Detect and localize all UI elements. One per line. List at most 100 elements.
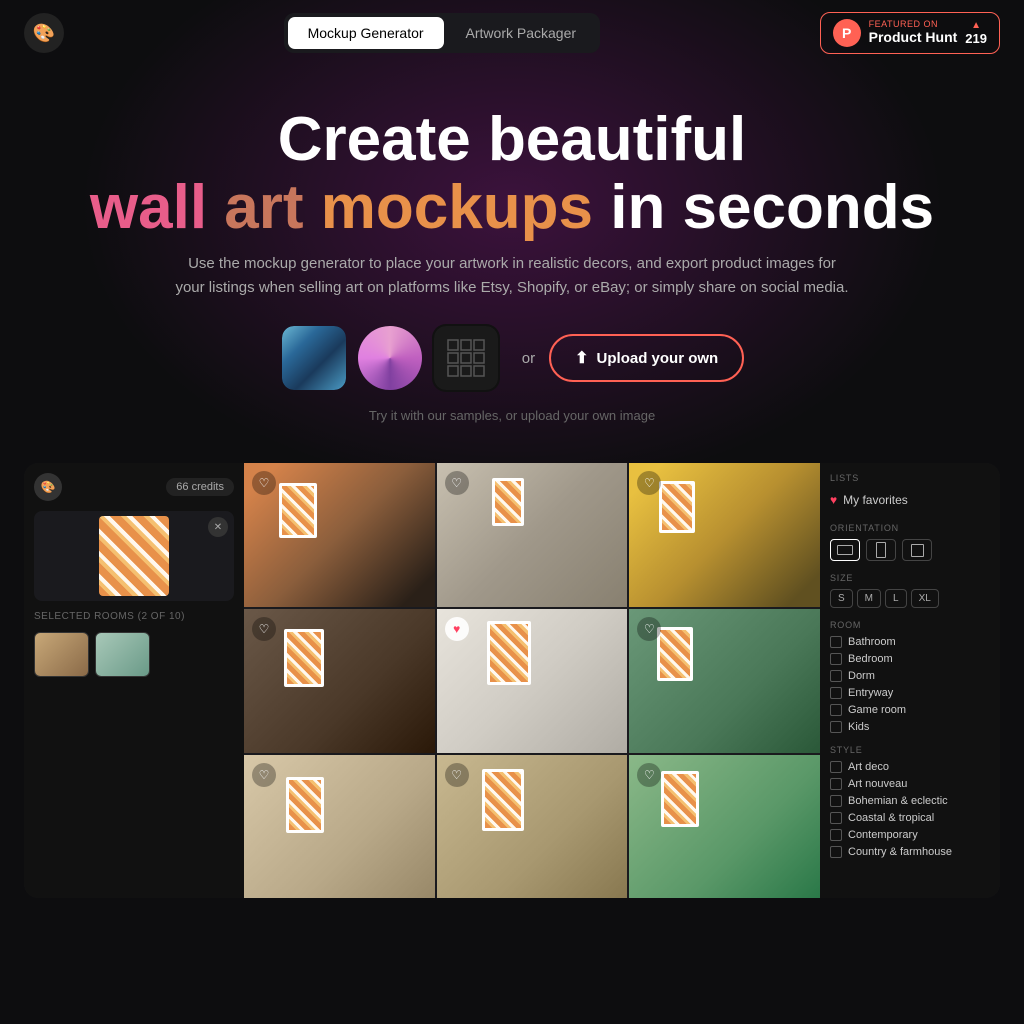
credits-badge: 66 credits: [166, 478, 234, 496]
hero-title-line1: Create beautiful: [20, 106, 1004, 174]
bathroom-checkbox[interactable]: [830, 636, 842, 648]
room-filter-gameroom[interactable]: Game room: [830, 704, 990, 716]
room-cell-2[interactable]: ♡: [437, 463, 628, 607]
kids-checkbox[interactable]: [830, 721, 842, 733]
style-filter-coastal[interactable]: Coastal & tropical: [830, 812, 990, 824]
room-filter-dorm[interactable]: Dorm: [830, 670, 990, 682]
selected-room-thumb-1[interactable]: [34, 632, 89, 677]
room-filter-bathroom[interactable]: Bathroom: [830, 636, 990, 648]
ph-vote-count: ▲ 219: [965, 20, 987, 46]
gameroom-label: Game room: [848, 704, 906, 716]
tab-artwork-packager[interactable]: Artwork Packager: [446, 17, 596, 49]
orientation-filter-title: ORIENTATION: [830, 523, 990, 533]
selected-room-thumb-2[interactable]: [95, 632, 150, 677]
contemporary-label: Contemporary: [848, 829, 918, 841]
contemporary-checkbox[interactable]: [830, 829, 842, 841]
word-seconds: in seconds: [610, 173, 934, 242]
orientation-portrait-button[interactable]: [866, 539, 896, 561]
coastal-label: Coastal & tropical: [848, 812, 934, 824]
hero-section: Create beautiful wall art mockups in sec…: [0, 66, 1024, 463]
filter-lists: LISTS ♥ My favorites: [830, 473, 990, 511]
product-hunt-badge[interactable]: P FEATURED ON Product Hunt ▲ 219: [820, 12, 1000, 54]
square-icon: [911, 544, 924, 557]
landscape-icon: [837, 545, 853, 555]
navbar: 🎨 Mockup Generator Artwork Packager P FE…: [0, 0, 1024, 66]
sample-image-3[interactable]: [432, 324, 500, 392]
room-cell-5[interactable]: ♥: [437, 609, 628, 753]
ph-logo-icon: P: [833, 19, 861, 47]
room-filter-list: Bathroom Bedroom Dorm Entryway Game room: [830, 636, 990, 733]
room-filter-entryway[interactable]: Entryway: [830, 687, 990, 699]
tab-mockup-generator[interactable]: Mockup Generator: [288, 17, 444, 49]
size-l-button[interactable]: L: [885, 589, 907, 608]
ph-text: FEATURED ON Product Hunt: [869, 20, 958, 45]
upload-label: Upload your own: [597, 350, 719, 367]
favorite-button-7[interactable]: ♡: [252, 763, 276, 787]
room-cell-7[interactable]: ♡: [244, 755, 435, 899]
app-preview: 🎨 66 credits ✕ SELECTED ROOMS (2 OF 10): [24, 463, 1000, 898]
my-favorites-button[interactable]: ♥ My favorites: [830, 489, 990, 511]
favorite-button-9[interactable]: ♡: [637, 763, 661, 787]
ph-name-label: Product Hunt: [869, 30, 958, 45]
sample-image-1[interactable]: [280, 324, 348, 392]
gameroom-checkbox[interactable]: [830, 704, 842, 716]
ph-count-value: 219: [965, 31, 987, 46]
room-filter-kids[interactable]: Kids: [830, 721, 990, 733]
room-cell-3[interactable]: ♡: [629, 463, 820, 607]
artnouveau-label: Art nouveau: [848, 778, 907, 790]
artnouveau-checkbox[interactable]: [830, 778, 842, 790]
sidebar-right: LISTS ♥ My favorites ORIENTATION SI: [820, 463, 1000, 898]
try-text: Try it with our samples, or upload your …: [20, 408, 1004, 423]
lists-filter-title: LISTS: [830, 473, 990, 483]
sidebar-left: 🎨 66 credits ✕ SELECTED ROOMS (2 OF 10): [24, 463, 244, 898]
or-separator: or: [522, 350, 535, 367]
style-filter-contemporary[interactable]: Contemporary: [830, 829, 990, 841]
country-label: Country & farmhouse: [848, 846, 952, 858]
logo: 🎨: [24, 13, 64, 53]
style-filter-artnouveau[interactable]: Art nouveau: [830, 778, 990, 790]
entryway-label: Entryway: [848, 687, 893, 699]
orientation-landscape-button[interactable]: [830, 539, 860, 561]
style-filter-country[interactable]: Country & farmhouse: [830, 846, 990, 858]
hero-subtitle: Use the mockup generator to place your a…: [172, 252, 852, 300]
entryway-checkbox[interactable]: [830, 687, 842, 699]
size-m-button[interactable]: M: [857, 589, 881, 608]
my-favorites-label: My favorites: [843, 493, 908, 507]
style-filter-bohemian[interactable]: Bohemian & eclectic: [830, 795, 990, 807]
grid-pattern-icon: [446, 338, 486, 378]
favorite-button-5[interactable]: ♥: [445, 617, 469, 641]
delete-artwork-button[interactable]: ✕: [208, 517, 228, 537]
favorite-button-2[interactable]: ♡: [445, 471, 469, 495]
favorite-button-4[interactable]: ♡: [252, 617, 276, 641]
style-filter-artdeco[interactable]: Art deco: [830, 761, 990, 773]
rooms-grid-container: ♡ ♡ ♡: [244, 463, 820, 898]
room-cell-1[interactable]: ♡: [244, 463, 435, 607]
orientation-square-button[interactable]: [902, 539, 932, 561]
bedroom-checkbox[interactable]: [830, 653, 842, 665]
word-wall: wall: [90, 173, 207, 242]
room-filter-bedroom[interactable]: Bedroom: [830, 653, 990, 665]
sample-image-2[interactable]: [356, 324, 424, 392]
room-cell-6[interactable]: ♡: [629, 609, 820, 753]
kids-label: Kids: [848, 721, 869, 733]
room-cell-9[interactable]: ♡: [629, 755, 820, 899]
size-xl-button[interactable]: XL: [911, 589, 939, 608]
room-cell-4[interactable]: ♡: [244, 609, 435, 753]
selected-rooms-label: SELECTED ROOMS (2 OF 10): [34, 611, 234, 622]
bohemian-checkbox[interactable]: [830, 795, 842, 807]
upload-button[interactable]: ⬆ Upload your own: [549, 334, 744, 382]
room-cell-8[interactable]: ♡: [437, 755, 628, 899]
artwork-preview-box: ✕: [34, 511, 234, 601]
nav-tabs: Mockup Generator Artwork Packager: [284, 13, 600, 53]
country-checkbox[interactable]: [830, 846, 842, 858]
word-mockups: mockups: [321, 173, 593, 242]
coastal-checkbox[interactable]: [830, 812, 842, 824]
favorite-button-8[interactable]: ♡: [445, 763, 469, 787]
style-filter-list: Art deco Art nouveau Bohemian & eclectic…: [830, 761, 990, 858]
dorm-checkbox[interactable]: [830, 670, 842, 682]
size-s-button[interactable]: S: [830, 589, 853, 608]
filter-size: SIZE S M L XL: [830, 573, 990, 608]
artdeco-checkbox[interactable]: [830, 761, 842, 773]
sidebar-header: 🎨 66 credits: [34, 473, 234, 501]
artdeco-label: Art deco: [848, 761, 889, 773]
